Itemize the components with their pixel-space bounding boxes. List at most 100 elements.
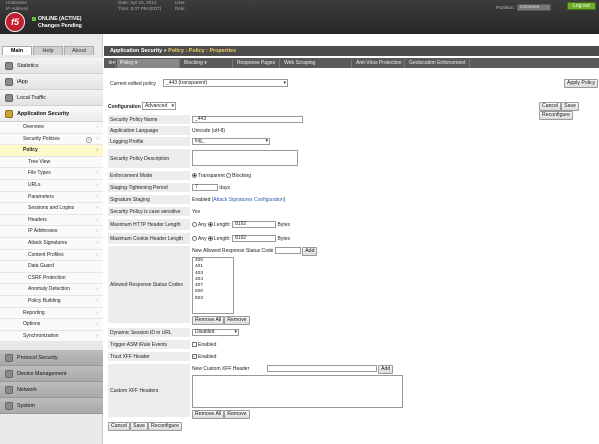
add-code-button[interactable]: Add	[302, 247, 318, 256]
breadcrumb-link[interactable]: Policy : Policy : Properties	[168, 48, 236, 54]
gear-menu-icon[interactable]: ⚙▾	[106, 59, 116, 68]
trigger-checkbox[interactable]	[192, 342, 197, 348]
apply-policy-button[interactable]: Apply Policy	[564, 79, 599, 88]
max-http-length-radio[interactable]	[208, 222, 214, 227]
remove-xff-button[interactable]: Remove	[224, 410, 250, 419]
logging-profile-select[interactable]: log_ ▾	[192, 138, 270, 145]
length-label: Length:	[214, 235, 231, 242]
f5-logo: f5	[5, 12, 25, 32]
tab-anti-virus[interactable]: Anti-Virus Protection	[353, 59, 405, 68]
sidebar-item-anomaly-detection[interactable]: Anomaly Detection ›	[0, 284, 103, 296]
chevron-right-icon: ›	[96, 321, 98, 328]
current-policy-label: Current edited policy	[110, 81, 156, 87]
policy-name-label: Security Policy Name	[108, 115, 190, 125]
max-cookie-length-radio[interactable]	[208, 236, 214, 241]
tab-policy[interactable]: Policy ▾	[117, 59, 180, 68]
plus-icon[interactable]: +	[86, 136, 92, 143]
partition-selector: Partition: Common	[496, 4, 551, 11]
nav-protocol-security[interactable]: Protocol Security	[0, 350, 103, 367]
nav-local-traffic[interactable]: Local Traffic	[0, 90, 103, 106]
logout-button[interactable]: Log out	[567, 2, 596, 10]
attack-signatures-config-link[interactable]: Attack Signatures Configuration	[213, 197, 283, 203]
tab-geolocation[interactable]: Geolocation Enforcement	[406, 59, 470, 68]
cancel-button[interactable]: Cancel	[108, 422, 131, 431]
sidebar-item-label: Attack Signatures	[28, 239, 68, 246]
sidebar-item-label: Policy Building	[28, 297, 61, 304]
sidebar-item-csrf-protection[interactable]: CSRF Protection	[0, 272, 103, 285]
new-xff-input[interactable]	[266, 365, 377, 373]
tab-about[interactable]: About	[64, 46, 94, 55]
nav-network[interactable]: Network	[0, 382, 103, 399]
sidebar-item-security-policies[interactable]: Security Policies + ›	[0, 133, 103, 146]
sidebar-item-tree-view[interactable]: Tree View	[0, 156, 103, 169]
remove-code-button[interactable]: Remove	[224, 316, 250, 325]
chevron-down-icon: ▾	[283, 80, 286, 86]
staging-input[interactable]: 7	[192, 184, 218, 191]
current-policy-select[interactable]: _443 (transparent) ▾	[163, 79, 288, 87]
max-cookie-length-input[interactable]: 8192	[232, 235, 277, 242]
staging-label: Staging-Tightening Period	[108, 183, 190, 193]
trigger-label: Trigger ASM iRule Events	[108, 340, 190, 350]
save-button-top[interactable]: Save	[561, 102, 579, 111]
nav-local-traffic-label: Local Traffic	[17, 95, 46, 101]
any-label: Any	[198, 221, 207, 228]
reconfigure-button[interactable]: Reconfigure	[147, 422, 182, 431]
add-xff-button[interactable]: Add	[378, 365, 394, 374]
partition-select[interactable]: Common	[516, 4, 551, 11]
custom-xff-list[interactable]	[192, 375, 403, 408]
remove-all-codes-button[interactable]: Remove All	[192, 316, 225, 325]
nav-device-management-label: Device Management	[17, 371, 67, 378]
tab-web-scraping[interactable]: Web Scraping	[281, 59, 352, 68]
sidebar-item-parameters[interactable]: Parameters ›	[0, 191, 103, 204]
transparent-radio[interactable]	[192, 173, 197, 179]
blocking-radio[interactable]	[226, 173, 232, 179]
tab-help[interactable]: Help	[33, 46, 63, 55]
sidebar-item-sessions-logins[interactable]: Sessions and Logins ›	[0, 203, 103, 215]
allowed-codes-list[interactable]: 400 401 403 404 407 500 503	[192, 257, 234, 314]
row-description: Security Policy Description	[104, 149, 594, 169]
sidebar-item-content-profiles[interactable]: Content Profiles ›	[0, 249, 103, 262]
dynamic-session-select[interactable]: Disabled ▾	[192, 329, 239, 336]
sidebar-item-reporting[interactable]: Reporting ›	[0, 307, 103, 320]
nav-system[interactable]: System	[0, 398, 103, 415]
tab-policy-label: Policy	[120, 60, 134, 66]
save-button[interactable]: Save	[130, 422, 148, 431]
sidebar-item-attack-signatures[interactable]: Attack Signatures ›	[0, 237, 103, 250]
chevron-right-icon: ›	[96, 170, 98, 177]
description-textarea[interactable]	[192, 150, 298, 166]
nav-device-management[interactable]: Device Management	[0, 366, 103, 383]
blocking-label: Blocking	[232, 173, 252, 179]
sidebar-item-overview[interactable]: Overview ›	[0, 122, 103, 134]
nav-application-security[interactable]: Application Security	[0, 106, 103, 122]
sidebar-item-label: Reporting	[23, 309, 45, 316]
sidebar-item-data-guard[interactable]: Data Guard	[0, 261, 103, 273]
sidebar-item-ip-addresses[interactable]: IP Addresses ›	[0, 226, 103, 238]
sidebar-item-policy[interactable]: Policy ›	[0, 145, 103, 157]
sidebar-item-policy-building[interactable]: Policy Building ›	[0, 295, 103, 308]
sidebar-item-options[interactable]: Options ›	[0, 319, 103, 331]
max-cookie-any-radio[interactable]	[192, 236, 197, 241]
list-item[interactable]: 503	[193, 296, 233, 302]
remove-all-xff-button[interactable]: Remove All	[192, 410, 225, 419]
row-enforcement: Enforcement Mode Transparent Blocking	[104, 171, 594, 181]
configuration-select[interactable]: Advanced ▾	[142, 102, 176, 110]
max-http-length-input[interactable]: 8192	[232, 221, 277, 228]
new-code-input[interactable]	[274, 247, 301, 255]
policy-name-input[interactable]: _443	[192, 116, 303, 123]
tab-blocking[interactable]: Blocking ▾	[181, 59, 233, 68]
tab-response-pages[interactable]: Response Pages	[234, 59, 280, 68]
ip-label: IP Address	[6, 5, 29, 11]
nav-iapp[interactable]: iApp	[0, 74, 103, 90]
description-label: Security Policy Description	[108, 149, 190, 169]
host-info: Hostname IP Address	[6, 0, 28, 11]
max-http-any-radio[interactable]	[192, 222, 197, 227]
sidebar-item-urls[interactable]: URLs ›	[0, 179, 103, 192]
sidebar-item-headers[interactable]: Headers ›	[0, 214, 103, 227]
nav-statistics[interactable]: Statistics	[0, 58, 103, 74]
sidebar-item-synchronization[interactable]: Synchronization ›	[0, 330, 103, 343]
sidebar-item-file-types[interactable]: File Types ›	[0, 168, 103, 180]
cancel-button-top[interactable]: Cancel	[539, 102, 562, 111]
tab-main[interactable]: Main	[2, 46, 32, 55]
row-custom-xff: Custom XFF Headers New Custom XFF Header…	[104, 364, 594, 419]
trust-xff-checkbox[interactable]: ✓	[192, 354, 197, 360]
